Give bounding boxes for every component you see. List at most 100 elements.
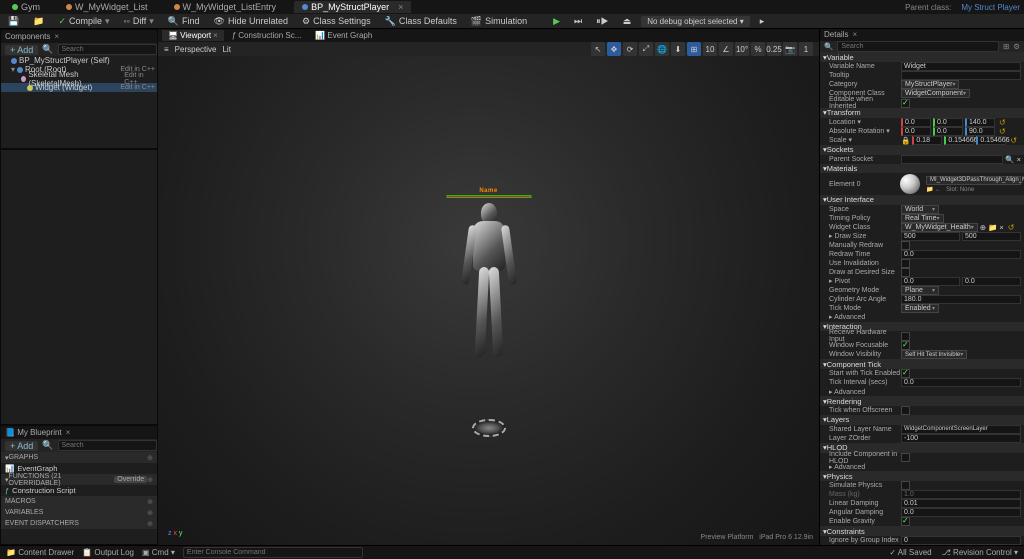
myblueprint-tab[interactable]: 📘 My Blueprint xyxy=(5,428,62,437)
advanced-toggle[interactable]: ▸ Advanced xyxy=(823,463,901,471)
tick-interval-input[interactable]: 0.0 xyxy=(901,378,1021,387)
cmd-dropdown[interactable]: ▣ Cmd ▾ xyxy=(142,548,175,557)
section-component-tick[interactable]: ▾ Component Tick xyxy=(820,359,1024,369)
clear-icon[interactable]: × xyxy=(999,223,1003,232)
enable-gravity-checkbox[interactable] xyxy=(901,517,910,526)
content-drawer-button[interactable]: 📁 Content Drawer xyxy=(6,548,74,557)
event-graph-tab[interactable]: 📊 Event Graph xyxy=(309,30,378,41)
viewport-tab[interactable]: 🖥 Viewport × xyxy=(162,30,224,41)
add-component-button[interactable]: + Add xyxy=(5,45,38,55)
hide-unrelated-button[interactable]: 👁Hide Unrelated xyxy=(210,15,292,28)
myblueprint-search-input[interactable] xyxy=(58,440,157,451)
tooltip-input[interactable] xyxy=(901,71,1021,80)
step-button[interactable]: ⏸▶ xyxy=(592,15,613,28)
simulation-button[interactable]: 🎬Simulation xyxy=(467,15,531,28)
variable-name-input[interactable]: Widget xyxy=(901,62,1021,71)
class-defaults-button[interactable]: 🔧Class Defaults xyxy=(381,15,461,28)
category-dropdown[interactable]: MyStructPlayer xyxy=(901,80,959,89)
scale-snap-icon[interactable]: % xyxy=(751,42,765,56)
revision-control-button[interactable]: ⎇ Revision Control ▾ xyxy=(942,548,1018,557)
section-functions[interactable]: ▾ FUNCTIONS (21 OVERRIDABLE)Override⊕ xyxy=(1,474,157,485)
parent-class-link[interactable]: My Struct Player xyxy=(961,3,1020,12)
components-tab[interactable]: Components xyxy=(5,32,50,41)
scale-mode-icon[interactable]: ⤢ xyxy=(639,42,653,56)
include-hlod-checkbox[interactable] xyxy=(901,453,910,462)
location-y[interactable]: 0.0 xyxy=(933,118,963,127)
geometry-mode-dropdown[interactable]: Plane xyxy=(901,286,939,295)
close-icon[interactable]: × xyxy=(66,428,71,437)
section-layers[interactable]: ▾ Layers xyxy=(820,415,1024,425)
tab-widget-list[interactable]: W_MyWidget_List xyxy=(58,1,156,13)
find-button[interactable]: 🔍Find xyxy=(164,15,204,28)
close-icon[interactable]: × xyxy=(852,30,857,39)
rotate-mode-icon[interactable]: ⟳ xyxy=(623,42,637,56)
output-log-button[interactable]: 📋 Output Log xyxy=(82,548,134,557)
all-saved-status[interactable]: ✓ All Saved xyxy=(889,548,931,557)
browse-button[interactable]: 📁 xyxy=(29,15,48,28)
angular-damping-input[interactable]: 0.0 xyxy=(901,508,1021,517)
viewport-3d[interactable]: Name z x y Preview Platform iPad Pro 6 1… xyxy=(158,56,819,545)
edit-cpp-link[interactable]: Edit in C++ xyxy=(120,84,155,91)
add-new-button[interactable]: + Add xyxy=(5,441,38,451)
skip-button[interactable]: ⏭ xyxy=(570,15,586,28)
use-icon[interactable]: ← xyxy=(935,187,941,193)
pivot-y[interactable]: 0.0 xyxy=(962,277,1021,286)
compile-button[interactable]: ✓Compile▾ xyxy=(54,15,113,28)
save-button[interactable]: 💾 xyxy=(4,15,23,28)
window-visibility-dropdown[interactable]: Self Hit Test Invisible xyxy=(901,350,967,359)
add-icon[interactable]: ⊕ xyxy=(147,520,153,528)
add-icon[interactable]: ⊕ xyxy=(147,454,153,462)
section-constraints[interactable]: ▾ Constraints xyxy=(820,526,1024,536)
tab-widget-listentry[interactable]: W_MyWidget_ListEntry xyxy=(166,1,285,13)
rotation-y[interactable]: 0.0 xyxy=(933,127,963,136)
tick-mode-dropdown[interactable]: Enabled xyxy=(901,304,939,313)
close-icon[interactable]: × xyxy=(54,32,59,41)
details-search-input[interactable] xyxy=(837,41,999,52)
start-tick-checkbox[interactable] xyxy=(901,369,910,378)
perspective-dropdown[interactable]: Perspective xyxy=(175,45,217,54)
debug-next-button[interactable]: ▸ xyxy=(756,15,769,28)
rotation-z[interactable]: 90.0 xyxy=(965,127,995,136)
simulate-physics-checkbox[interactable] xyxy=(901,481,910,490)
parent-socket-input[interactable] xyxy=(901,155,1003,164)
window-focusable-checkbox[interactable] xyxy=(901,341,910,350)
linear-damping-input[interactable]: 0.01 xyxy=(901,499,1021,508)
select-mode-icon[interactable]: ↖ xyxy=(591,42,605,56)
material-dropdown[interactable]: MI_Widget3DPassThrough_Align_Masked_OneS… xyxy=(926,176,1021,185)
tree-self[interactable]: BP_MyStructPlayer (Self) xyxy=(1,56,157,65)
angle-snap-icon[interactable]: ∠ xyxy=(719,42,733,56)
translate-mode-icon[interactable]: ✥ xyxy=(607,42,621,56)
tab-bp-mystructplayer[interactable]: BP_MyStructPlayer× xyxy=(294,1,411,13)
widget-class-dropdown[interactable]: W_MyWidget_Health xyxy=(901,223,978,232)
section-physics[interactable]: ▾ Physics xyxy=(820,471,1024,481)
surface-snap-icon[interactable]: ⬇ xyxy=(671,42,685,56)
rotation-x[interactable]: 0.0 xyxy=(901,127,931,136)
section-transform[interactable]: ▾ Transform xyxy=(820,108,1024,118)
shared-layer-input[interactable]: WidgetComponentScreenLayer xyxy=(901,425,1021,434)
construction-script-tab[interactable]: ƒ Construction Sc... xyxy=(226,30,308,41)
components-search-input[interactable] xyxy=(58,44,157,55)
grid-snap-icon[interactable]: ⊞ xyxy=(687,42,701,56)
section-variable[interactable]: ▾ Variable xyxy=(820,52,1024,62)
camera-speed-value[interactable]: 1 xyxy=(799,42,813,56)
close-icon[interactable]: × xyxy=(213,31,218,40)
cmd-input[interactable] xyxy=(183,547,363,558)
reset-icon[interactable]: ↺ xyxy=(1008,223,1015,232)
material-thumbnail[interactable] xyxy=(900,174,920,194)
component-class-dropdown[interactable]: WidgetComponent xyxy=(901,89,970,98)
location-x[interactable]: 0.0 xyxy=(901,118,931,127)
add-icon[interactable]: ⊕ xyxy=(147,509,153,517)
construction-script-item[interactable]: ƒConstruction Script xyxy=(1,485,157,496)
timing-dropdown[interactable]: Real Time xyxy=(901,214,944,223)
pivot-x[interactable]: 0.0 xyxy=(901,277,960,286)
class-settings-button[interactable]: ⚙Class Settings xyxy=(298,15,375,28)
debug-object-dropdown[interactable]: No debug object selected ▾ xyxy=(641,16,750,27)
play-button[interactable]: ▶ xyxy=(549,15,564,28)
clear-icon[interactable]: × xyxy=(1017,155,1021,164)
editable-checkbox[interactable] xyxy=(901,99,910,108)
viewport-options-button[interactable]: ≡ xyxy=(164,45,169,54)
section-materials[interactable]: ▾ Materials xyxy=(820,164,1024,174)
section-variables[interactable]: VARIABLES⊕ xyxy=(1,507,157,518)
space-dropdown[interactable]: World xyxy=(901,205,939,214)
diff-button[interactable]: ◦◦Diff▾ xyxy=(120,15,158,28)
